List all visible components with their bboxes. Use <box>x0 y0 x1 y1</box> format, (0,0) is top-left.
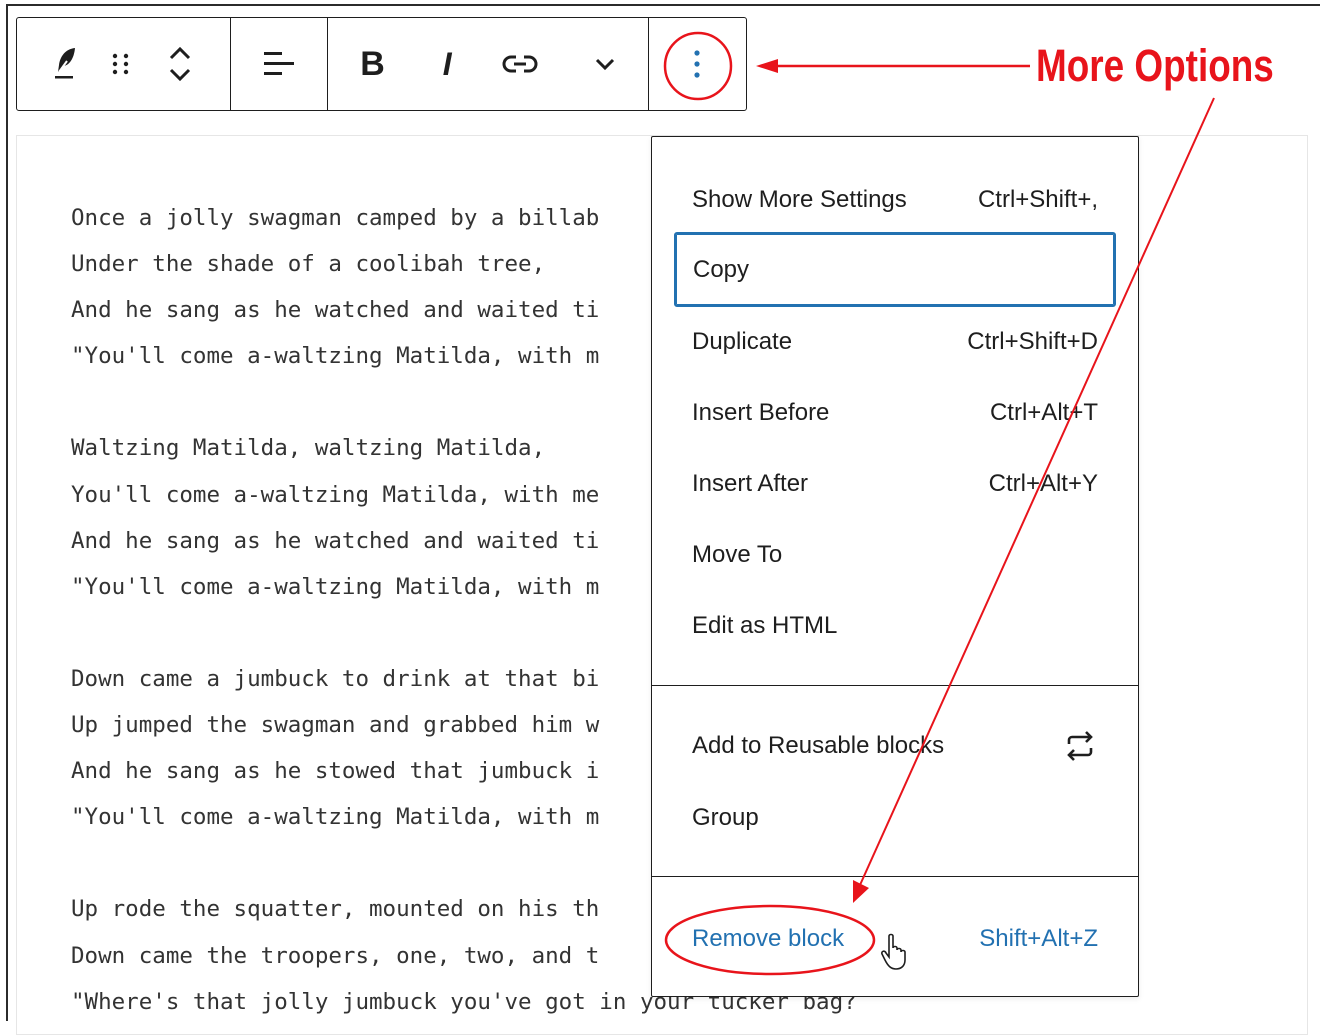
menu-separator <box>652 685 1138 686</box>
menu-item-label: Duplicate <box>692 328 793 355</box>
more-options-menu: Show More Settings Ctrl+Shift+, Copy Dup… <box>651 136 1139 997</box>
menu-item-label: Add to Reusable blocks <box>692 732 945 759</box>
more-rich-text-button[interactable] <box>562 18 648 110</box>
block-toolbar: B I <box>16 17 747 111</box>
chevron-down-icon[interactable] <box>166 64 194 86</box>
link-button[interactable] <box>477 18 562 110</box>
menu-item-shortcut: Ctrl+Alt+Y <box>988 470 1098 497</box>
menu-item-insert-after[interactable]: Insert After Ctrl+Alt+Y <box>674 448 1116 520</box>
menu-item-label: Remove block <box>692 925 845 952</box>
menu-item-label: Edit as HTML <box>692 612 838 639</box>
menu-item-show-more-settings[interactable]: Show More Settings Ctrl+Shift+, <box>674 164 1116 236</box>
menu-item-shortcut: Ctrl+Shift+D <box>967 328 1098 355</box>
bold-button[interactable]: B <box>328 18 418 110</box>
menu-item-label: Group <box>692 804 759 831</box>
align-left-icon <box>263 52 294 75</box>
window-top-edge <box>6 4 1320 6</box>
move-up-down-buttons[interactable] <box>145 18 215 110</box>
menu-item-group[interactable]: Group <box>674 782 1116 854</box>
menu-item-shortcut: Ctrl+Shift+, <box>977 186 1098 213</box>
annotation-label: More Options <box>1036 40 1274 91</box>
menu-item-insert-before[interactable]: Insert Before Ctrl+Alt+T <box>674 377 1116 449</box>
menu-item-label: Insert Before <box>692 399 830 426</box>
toolbar-group-align <box>231 18 328 110</box>
italic-button[interactable]: I <box>417 18 477 110</box>
chevron-down-icon <box>595 58 614 71</box>
menu-item-move-to[interactable]: Move To <box>674 519 1116 591</box>
menu-separator <box>652 876 1138 877</box>
menu-item-label: Insert After <box>692 470 809 497</box>
menu-item-add-to-reusable-blocks[interactable]: Add to Reusable blocks <box>674 710 1116 782</box>
change-block-type-button[interactable] <box>35 18 97 110</box>
chevron-up-icon[interactable] <box>166 42 194 64</box>
drag-handle-icon <box>112 53 129 75</box>
menu-item-copy[interactable]: Copy <box>674 232 1116 307</box>
reusable-block-icon <box>1067 731 1093 761</box>
align-button[interactable] <box>231 18 327 110</box>
window-left-edge <box>6 4 8 1021</box>
menu-item-shortcut: Shift+Alt+Z <box>979 925 1098 952</box>
link-icon <box>502 55 537 73</box>
menu-item-edit-as-html[interactable]: Edit as HTML <box>674 590 1116 662</box>
toolbar-group-block <box>17 18 231 110</box>
arrowhead-icon <box>756 59 778 73</box>
verse-feather-icon <box>55 48 75 79</box>
menu-item-label: Show More Settings <box>692 186 907 213</box>
toolbar-group-format: B I <box>328 18 649 110</box>
menu-item-label: Copy <box>693 255 750 283</box>
more-vertical-icon <box>694 50 700 78</box>
more-options-button[interactable] <box>649 18 745 110</box>
menu-item-label: Move To <box>692 541 783 568</box>
menu-item-shortcut: Ctrl+Alt+T <box>989 399 1098 426</box>
drag-handle[interactable] <box>97 18 145 110</box>
toolbar-group-options <box>649 18 746 110</box>
menu-item-duplicate[interactable]: Duplicate Ctrl+Shift+D <box>674 306 1116 378</box>
menu-item-remove-block[interactable]: Remove block Shift+Alt+Z <box>674 903 1116 975</box>
